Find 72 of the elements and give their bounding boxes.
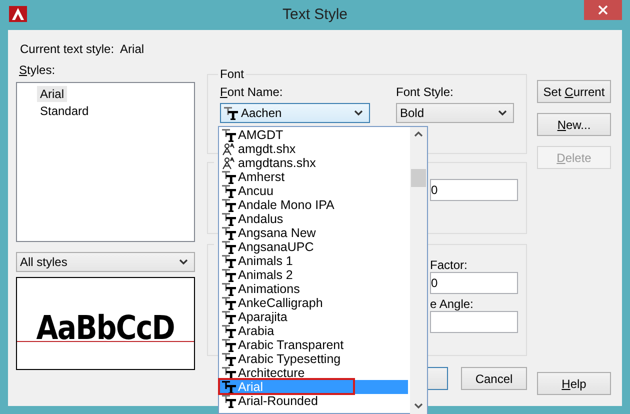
truetype-icon <box>222 170 236 184</box>
font-item[interactable]: Arial-Rounded <box>219 394 410 408</box>
style-item[interactable]: Standard <box>37 103 92 119</box>
font-item[interactable]: AMGDT <box>219 128 410 142</box>
font-style-dropdown[interactable]: Bold <box>396 103 514 123</box>
font-item[interactable]: amgdtans.shx <box>219 156 410 170</box>
height-field[interactable]: 0 <box>430 179 518 201</box>
truetype-icon <box>222 128 236 142</box>
scroll-up-icon[interactable] <box>414 131 423 137</box>
dialog-button[interactable]: New... <box>537 113 611 136</box>
window-title: Text Style <box>282 6 348 23</box>
compass-icon <box>222 156 236 170</box>
font-item[interactable]: Arabic Transparent <box>219 338 410 352</box>
font-name-label: Font Name: <box>220 85 284 99</box>
font-item[interactable]: Arabic Typesetting <box>219 352 410 366</box>
scrollbar[interactable] <box>410 127 427 414</box>
close-icon <box>598 5 608 15</box>
truetype-icon <box>222 268 236 282</box>
scroll-down-icon[interactable] <box>414 403 423 409</box>
font-item[interactable]: Angsana New <box>219 226 410 240</box>
app-icon <box>9 6 27 22</box>
truetype-icon <box>222 352 236 366</box>
truetype-icon <box>222 380 236 394</box>
font-item[interactable]: Andalus <box>219 212 410 226</box>
font-item[interactable]: Animals 2 <box>219 268 410 282</box>
field-label: Factor: <box>430 258 468 272</box>
input-field[interactable] <box>430 311 518 333</box>
truetype-icon <box>222 212 236 226</box>
font-item[interactable]: AngsanaUPC <box>219 240 410 254</box>
help-button[interactable]: Help <box>537 372 611 395</box>
styles-label: Styles: <box>19 63 56 77</box>
current-style-label: Current text style: <box>20 42 114 56</box>
cancel-button[interactable]: Cancel <box>461 367 527 390</box>
truetype-icon <box>222 394 236 408</box>
truetype-icon <box>222 366 236 380</box>
truetype-icon <box>222 226 236 240</box>
font-name-dropdown[interactable]: Aachen <box>220 103 370 123</box>
truetype-icon <box>222 296 236 310</box>
truetype-icon <box>222 184 236 198</box>
style-item[interactable]: Arial <box>37 86 68 102</box>
font-item[interactable]: Arabia <box>219 324 410 338</box>
preview-text: AaBbCcD <box>36 311 175 344</box>
current-style-value: Arial <box>120 42 144 56</box>
font-item[interactable]: Aparajita <box>219 310 410 324</box>
truetype-icon <box>222 254 236 268</box>
font-item[interactable]: Animations <box>219 282 410 296</box>
truetype-icon <box>222 282 236 296</box>
truetype-icon <box>222 310 236 324</box>
dialog-button[interactable]: Set Current <box>537 80 611 103</box>
font-item[interactable]: Andale Mono IPA <box>219 198 410 212</box>
input-field[interactable]: 0 <box>430 272 518 294</box>
truetype-icon <box>222 324 236 338</box>
font-item[interactable]: Architecture <box>219 366 410 380</box>
field-label: e Angle: <box>430 297 474 311</box>
font-item[interactable]: amgdt.shx <box>219 142 410 156</box>
scroll-thumb[interactable] <box>411 169 426 187</box>
truetype-icon <box>224 106 238 120</box>
close-button[interactable] <box>584 0 622 20</box>
font-item[interactable]: Amherst <box>219 170 410 184</box>
font-item[interactable]: AnkeCalligraph <box>219 296 410 310</box>
truetype-icon <box>222 240 236 254</box>
truetype-icon <box>222 198 236 212</box>
chevron-icon <box>498 110 507 116</box>
font-style-label: Font Style: <box>396 85 454 99</box>
compass-icon <box>222 142 236 156</box>
styles-filter-dropdown[interactable]: All styles <box>16 252 195 272</box>
truetype-icon <box>222 338 236 352</box>
font-item[interactable]: Ancuu <box>219 184 410 198</box>
font-item[interactable]: Animals 1 <box>219 254 410 268</box>
chevron-icon <box>179 259 188 265</box>
group-label: Font <box>219 67 246 81</box>
chevron-icon <box>354 110 363 116</box>
